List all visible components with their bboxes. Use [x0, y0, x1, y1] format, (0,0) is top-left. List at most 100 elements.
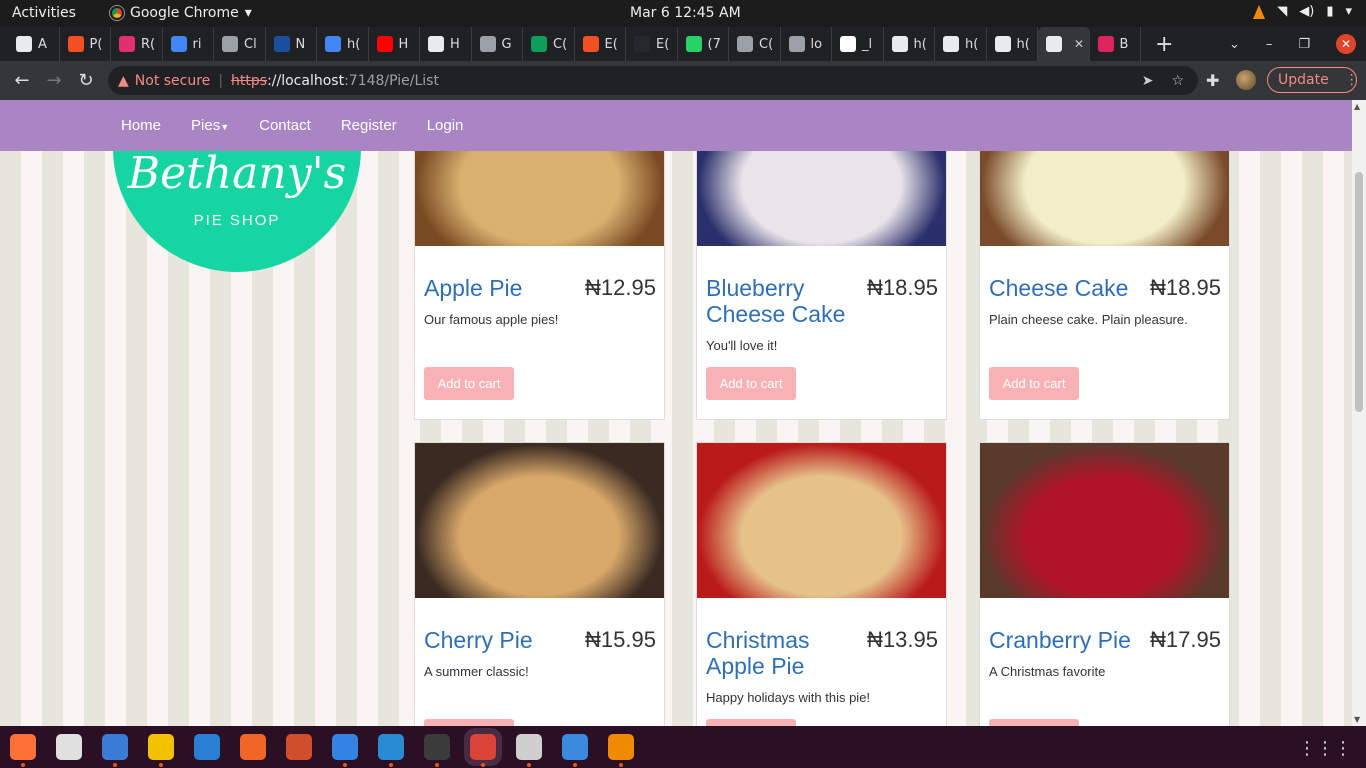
scroll-down-icon[interactable]: ▼ [1354, 715, 1360, 724]
clock[interactable]: Mar 6 12:45 AM [630, 5, 741, 21]
warning-icon[interactable]: ▲ [118, 73, 129, 89]
nav-pies[interactable]: Pies▼ [191, 117, 229, 134]
reload-icon[interactable]: ↻ [70, 70, 102, 91]
browser-tab[interactable]: N [266, 27, 317, 61]
window-controls: ⌄ – ❐ ✕ [1229, 27, 1356, 61]
vscode-icon[interactable] [378, 734, 404, 767]
add-to-cart-button[interactable]: Add to cart [989, 367, 1079, 400]
scrollbar-thumb[interactable] [1355, 172, 1363, 412]
back-icon[interactable]: ← [6, 70, 38, 91]
browser-tab[interactable]: R( [111, 27, 163, 61]
browser-tab[interactable]: C( [523, 27, 575, 61]
writer-icon[interactable] [194, 734, 220, 760]
tab-label: C( [553, 36, 568, 52]
browser-tab[interactable]: h( [987, 27, 1038, 61]
tab-label: Cl [244, 36, 257, 52]
browser-tab[interactable]: h( [317, 27, 369, 61]
logo-script-text: Bethany's [127, 148, 347, 199]
tab-favicon-icon [788, 36, 805, 52]
pie-card: Cherry Pie ₦15.95 A summer classic! Add to … [414, 442, 665, 726]
pie-name[interactable]: Cherry Pie [424, 627, 572, 653]
tab-label: h( [347, 36, 361, 52]
firefox-icon[interactable] [10, 734, 36, 767]
browser-tab[interactable]: H [369, 27, 420, 61]
tab-label: (7 [707, 36, 721, 52]
usb-icon[interactable] [516, 734, 542, 767]
impress-icon[interactable] [286, 734, 312, 760]
browser-tab[interactable]: h( [884, 27, 935, 61]
add-to-cart-button[interactable]: Add to cart [424, 719, 514, 726]
update-button[interactable]: Update ⋮ [1267, 67, 1359, 93]
address-bar[interactable]: ▲ Not secure | https ://localhost :7148/… [108, 66, 1198, 95]
site-navbar: Home Pies▼ Contact Register Login [0, 100, 1352, 151]
security-label[interactable]: Not secure [135, 73, 211, 89]
dock: ⋮⋮⋮ [0, 726, 1366, 768]
browser-tab[interactable]: C( [729, 27, 781, 61]
extensions-icon[interactable]: ✚ [1206, 71, 1219, 90]
browser-tab[interactable]: P( [60, 27, 111, 61]
pie-name[interactable]: Cranberry Pie [989, 627, 1137, 653]
pie-name[interactable]: Apple Pie [424, 275, 572, 301]
pie-image[interactable] [697, 443, 946, 598]
new-tab-button[interactable]: + [1155, 32, 1173, 57]
browser-tab[interactable]: A [8, 27, 60, 61]
add-to-cart-button[interactable]: Add to cart [989, 719, 1079, 726]
add-to-cart-button[interactable]: Add to cart [424, 367, 514, 400]
pie-image[interactable] [415, 443, 664, 598]
browser-tab[interactable]: (7 [678, 27, 729, 61]
system-tray[interactable]: ◥ ◀) ▮ ▾ [1253, 4, 1352, 19]
nav-register[interactable]: Register [341, 117, 397, 134]
thunderbird-icon[interactable] [102, 734, 128, 767]
files-icon[interactable] [56, 734, 82, 760]
activities-button[interactable]: Activities [12, 5, 76, 21]
tab-search-icon[interactable]: ⌄ [1229, 37, 1240, 52]
browser-tab[interactable]: H [420, 27, 472, 61]
browser-tab[interactable]: E( [575, 27, 626, 61]
pie-image[interactable] [980, 443, 1229, 598]
browser-tab[interactable]: ri [163, 27, 214, 61]
close-window-icon[interactable]: ✕ [1336, 34, 1356, 54]
bookmark-star-icon[interactable]: ☆ [1171, 73, 1184, 89]
pie-name[interactable]: Cheese Cake [989, 275, 1137, 301]
send-icon[interactable]: ➤ [1142, 73, 1154, 89]
nav-home[interactable]: Home [121, 117, 161, 134]
vlc-tray-icon[interactable] [1253, 4, 1266, 19]
browser-tab[interactable]: h( [935, 27, 987, 61]
software-icon[interactable] [240, 734, 266, 760]
pie-name[interactable]: Blueberry Cheese Cake [706, 275, 854, 327]
pie-price: ₦13.95 [867, 627, 938, 652]
vlc-icon[interactable] [608, 734, 634, 767]
close-tab-icon[interactable]: ✕ [1074, 37, 1084, 51]
browser-tab[interactable]: B [1090, 27, 1141, 61]
rhythmbox-icon[interactable] [148, 734, 174, 767]
editor-icon[interactable] [562, 734, 588, 767]
nav-contact[interactable]: Contact [259, 117, 311, 134]
profile-avatar[interactable] [1236, 70, 1256, 90]
forward-icon[interactable]: → [38, 70, 70, 91]
help-icon[interactable] [332, 734, 358, 767]
browser-tab[interactable]: lo [781, 27, 832, 61]
pie-description: Our famous apple pies! [424, 312, 559, 327]
nav-login[interactable]: Login [427, 117, 464, 134]
browser-tab[interactable]: Cl [214, 27, 266, 61]
maximize-icon[interactable]: ❐ [1298, 37, 1310, 52]
tab-label: _l [862, 36, 873, 52]
scroll-up-icon[interactable]: ▲ [1354, 102, 1360, 111]
chrome-icon [110, 6, 124, 20]
show-apps-icon[interactable]: ⋮⋮⋮ [1298, 738, 1352, 759]
update-label: Update [1278, 72, 1329, 88]
browser-tab[interactable]: _l [832, 27, 884, 61]
browser-tab[interactable]: E( [626, 27, 678, 61]
pie-name[interactable]: Christmas Apple Pie [706, 627, 854, 679]
browser-tab[interactable]: ✕ [1038, 27, 1090, 61]
minimize-icon[interactable]: – [1266, 37, 1273, 52]
add-to-cart-button[interactable]: Add to cart [706, 367, 796, 400]
page-scrollbar[interactable]: ▲ ▼ [1352, 100, 1366, 726]
terminal-icon[interactable] [424, 734, 450, 767]
url-path: :7148/Pie/List [344, 72, 439, 89]
app-menu[interactable]: Google Chrome ▾ [110, 5, 252, 21]
browser-tab[interactable]: G [472, 27, 523, 61]
add-to-cart-button[interactable]: Add to cart [706, 719, 796, 726]
chrome-icon[interactable] [464, 728, 502, 767]
separator: | [218, 72, 224, 89]
